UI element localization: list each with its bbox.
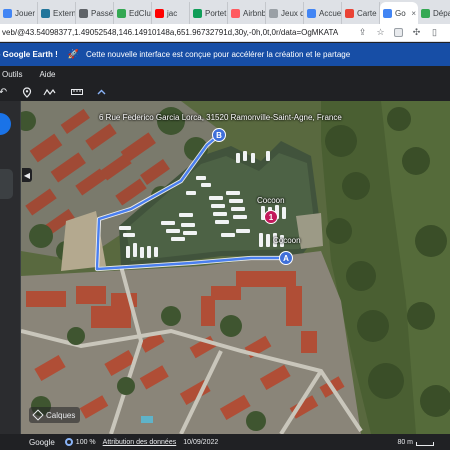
browser-tab[interactable]: Jouer [0, 2, 38, 24]
browser-tab[interactable]: Dépar [418, 2, 450, 24]
close-tab-icon[interactable]: × [411, 9, 416, 18]
browser-tab[interactable]: Airbnb [228, 2, 266, 24]
page-icon [307, 8, 316, 18]
puzzle-icon[interactable]: ✣ [412, 27, 421, 38]
page-icon [421, 8, 430, 18]
status-bar: Google 100 % Attribution des données 10/… [0, 434, 450, 450]
browser-tab-strip: Jouer Extern Passé EdClub jac Portet Airbnb Jeu… [0, 0, 450, 24]
browser-tab[interactable]: jac [152, 2, 190, 24]
progress-ring-icon [64, 438, 73, 446]
scale-label: 80 m [397, 438, 413, 446]
map-toolbar: ↶ [0, 83, 450, 101]
google-earth-window: Jouer Extern Passé EdClub jac Portet Airbnb Jeu… [0, 0, 450, 450]
scale-bar: 80 m [397, 439, 434, 446]
menu-help[interactable]: Aide [39, 70, 55, 79]
menu-tools[interactable]: Outils [2, 70, 22, 79]
path-icon[interactable] [42, 85, 56, 99]
browser-tab[interactable]: Jeux d [266, 2, 304, 24]
route-marker-b[interactable]: B [212, 128, 226, 142]
load-percent: 100 % [75, 438, 96, 446]
load-progress: 100 % [64, 438, 96, 446]
edclub-icon [117, 8, 126, 18]
browser-tab[interactable]: Portet [190, 2, 228, 24]
satellite-map-view[interactable]: 6 Rue Federico Garcia Lorca, 31520 Ramon… [21, 101, 450, 434]
google-earth-icon [383, 8, 392, 18]
browser-tab[interactable]: Carte [342, 2, 380, 24]
browser-tab-label: Accue [319, 8, 342, 18]
browser-tab[interactable]: EdClub [114, 2, 152, 24]
pink-numbered-marker[interactable]: 1 [264, 210, 278, 224]
ruler-icon[interactable] [70, 85, 84, 99]
page-icon [345, 8, 354, 18]
create-button[interactable] [0, 113, 11, 135]
layers-icon [32, 409, 44, 421]
browser-tab-label: jac [167, 8, 178, 18]
browser-tab[interactable]: Extern [38, 2, 76, 24]
google-logo: Google [29, 437, 55, 447]
browser-tab-label: Extern [53, 8, 76, 18]
page-icon [79, 8, 88, 18]
extension-icon[interactable] [394, 28, 403, 37]
poi-label-secondary[interactable]: Cocoon [273, 236, 301, 245]
layers-label: Calques [46, 410, 76, 420]
map-address-label: 6 Rue Federico Garcia Lorca, 31520 Ramon… [99, 113, 342, 122]
data-attribution-link[interactable]: Attribution des données [103, 439, 177, 446]
scale-bar-line [416, 441, 434, 446]
browser-tab-label: Jeux d [281, 8, 304, 18]
rocket-icon: 🚀 [67, 49, 80, 59]
poi-label[interactable]: Cocoon [257, 196, 285, 205]
address-bar: veb/@43.54098377,1.49052548,146.14910148… [0, 24, 450, 42]
browser-tab[interactable]: Passé [76, 2, 114, 24]
browser-tab-label: EdClub [129, 8, 151, 18]
airbnb-icon [231, 8, 240, 18]
browser-tab-label: Carte [357, 8, 377, 18]
collapse-panel-arrow-icon[interactable]: ◀ [22, 168, 32, 182]
share-icon[interactable]: ⇪ [358, 27, 367, 38]
satellite-imagery [21, 101, 450, 434]
imagery-date: 10/09/2022 [183, 438, 219, 446]
google-icon [3, 8, 12, 18]
browser-tab-label: Dépar [433, 8, 450, 18]
undo-icon[interactable]: ↶ [0, 85, 10, 99]
page-icon [269, 8, 278, 18]
banner-title: e Google Earth ! [0, 50, 58, 59]
chevron-up-icon[interactable] [94, 85, 108, 99]
browser-tab-label: Jouer [15, 8, 36, 18]
route-marker-a[interactable]: A [279, 251, 293, 265]
sidebar-icon[interactable]: ▯ [430, 27, 439, 38]
placemark-icon[interactable] [20, 85, 34, 99]
wordpress-icon [41, 8, 50, 18]
layers-button[interactable]: Calques [29, 407, 81, 423]
bookmark-star-icon[interactable]: ☆ [376, 27, 385, 38]
youtube-icon [155, 8, 164, 18]
browser-tab[interactable]: Go × [380, 2, 418, 24]
calameo-icon [193, 8, 202, 18]
info-banner: e Google Earth ! 🚀 Cette nouvelle interf… [0, 43, 450, 66]
left-side-panel [0, 101, 21, 434]
browser-tab-label: Portet [205, 8, 227, 18]
browser-tab-label: Airbnb [243, 8, 266, 18]
browser-tab[interactable]: Accue [304, 2, 342, 24]
panel-button[interactable] [0, 169, 13, 199]
browser-tab-label: Passé [91, 8, 114, 18]
browser-tab-label: Go [395, 8, 406, 18]
banner-message: Cette nouvelle interface est conçue pour… [86, 50, 351, 59]
app-menu-bar: Outils Aide [0, 66, 450, 83]
url-field[interactable]: veb/@43.54098377,1.49052548,146.14910148… [0, 28, 352, 37]
